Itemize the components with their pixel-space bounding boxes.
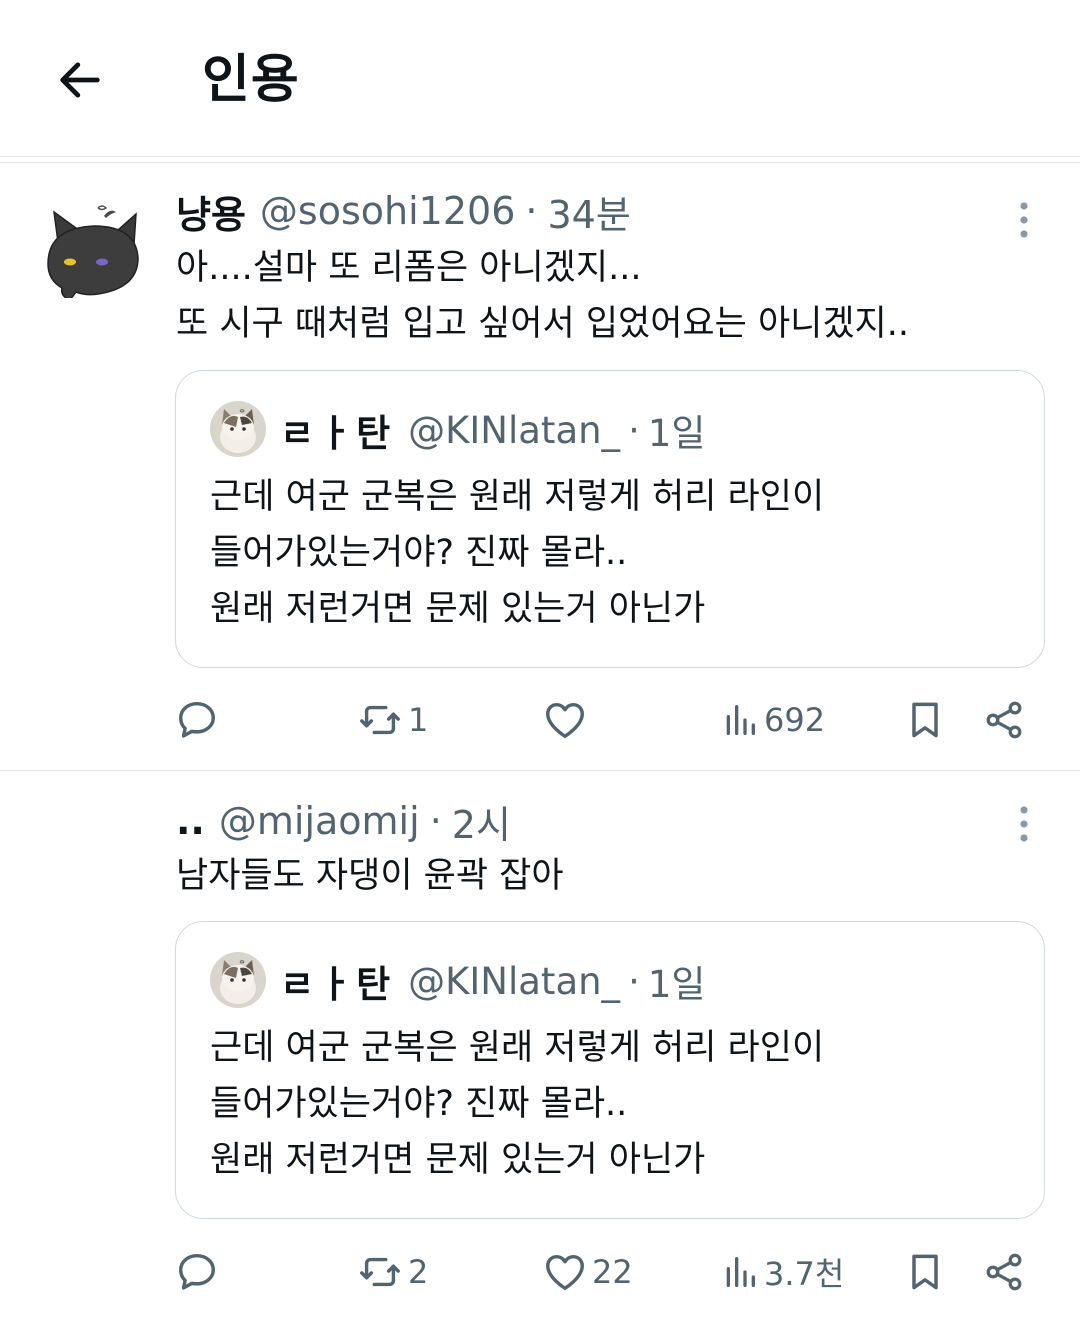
more-options-button[interactable]	[1004, 198, 1044, 242]
text-line: 또 시구 때처럼 입고 싶어서 입었어요는 아니겠지..	[176, 304, 910, 344]
text-line: 근데 여군 군복은 원래 저렇게 허리 라인이	[210, 477, 825, 517]
quoted-header: ㄹㅏ탄 @KINlatan_ · 1일	[280, 403, 705, 457]
text-line: 아....설마 또 리폼은 아니겠지...	[176, 248, 642, 288]
action-bar: 2 22 3.7천	[0, 1242, 1080, 1302]
quoted-display-name: ㄹㅏ탄	[280, 412, 395, 455]
tweet[interactable]: .. @mijaomij · 2시 남자들도 자댕이 윤곽 잡아 ㄹㅏ탄 @KI…	[0, 776, 1080, 1322]
reply-icon	[178, 701, 216, 738]
back-button[interactable]	[50, 50, 110, 110]
text-line: 들어가있는거야? 진짜 몰라..	[210, 1084, 628, 1124]
quoted-text: 근데 여군 군복은 원래 저렇게 허리 라인이 들어가있는거야? 진짜 몰라..…	[210, 1020, 824, 1188]
top-bar: 인용	[0, 0, 1080, 158]
more-vertical-icon	[1020, 806, 1028, 842]
page-title: 인용	[202, 50, 300, 110]
quoted-timestamp: 1일	[647, 412, 706, 455]
views-button[interactable]: 3.7천	[720, 1242, 844, 1302]
bookmark-button[interactable]	[903, 690, 947, 750]
text-line: 근데 여군 군복은 원래 저렇게 허리 라인이	[210, 1028, 825, 1068]
display-name[interactable]: ..	[176, 799, 205, 843]
text-line: 들어가있는거야? 진짜 몰라..	[210, 533, 628, 573]
reply-button[interactable]	[174, 690, 224, 750]
views-button[interactable]: 692	[720, 690, 825, 750]
separator-dot: ·	[628, 408, 640, 452]
quoted-display-name: ㄹㅏ탄	[280, 963, 395, 1006]
retweet-icon	[360, 705, 400, 735]
timestamp[interactable]: 2시	[452, 794, 511, 849]
text-line: 남자들도 자댕이 윤곽 잡아	[176, 856, 564, 896]
quoted-text: 근데 여군 군복은 원래 저렇게 허리 라인이 들어가있는거야? 진짜 몰라..…	[210, 469, 824, 637]
username[interactable]: @sosohi1206	[260, 189, 515, 233]
display-name[interactable]: 냥용	[176, 184, 246, 239]
retweet-count: 2	[408, 1253, 429, 1291]
header-divider	[0, 156, 1080, 157]
retweet-button[interactable]: 1	[356, 690, 428, 750]
reply-icon	[178, 1253, 216, 1290]
bookmark-icon	[912, 1254, 938, 1290]
quoted-tweet[interactable]: ㄹㅏ탄 @KINlatan_ · 1일 근데 여군 군복은 원래 저렇게 허리 …	[175, 370, 1045, 668]
arrow-left-icon	[60, 62, 100, 98]
quoted-avatar[interactable]	[210, 952, 266, 1008]
like-button[interactable]: 22	[542, 1242, 633, 1302]
views-icon	[726, 1257, 755, 1287]
bookmark-button[interactable]	[903, 1242, 947, 1302]
header-divider-shadow	[0, 162, 1080, 163]
text-line: 원래 저런거면 문제 있는거 아닌가	[210, 589, 706, 629]
tweet-header: 냥용 @sosohi1206 · 34분	[176, 184, 631, 239]
like-button[interactable]	[542, 690, 592, 750]
reply-button[interactable]	[174, 1242, 224, 1302]
share-button[interactable]	[982, 690, 1026, 750]
tweet-text: 아....설마 또 리폼은 아니겠지... 또 시구 때처럼 입고 싶어서 입었…	[176, 240, 909, 352]
like-count: 22	[592, 1253, 633, 1291]
views-count: 692	[764, 701, 826, 739]
timestamp[interactable]: 34분	[547, 184, 630, 239]
tweet-text: 남자들도 자댕이 윤곽 잡아	[176, 848, 564, 904]
heart-icon	[546, 1254, 584, 1291]
heart-icon	[546, 702, 584, 739]
quoted-timestamp: 1일	[647, 963, 706, 1006]
more-options-button[interactable]	[1004, 802, 1044, 846]
quoted-tweet[interactable]: ㄹㅏ탄 @KINlatan_ · 1일 근데 여군 군복은 원래 저렇게 허리 …	[175, 921, 1045, 1219]
avatar[interactable]	[40, 194, 144, 301]
text-line: 원래 저런거면 문제 있는거 아닌가	[210, 1140, 706, 1180]
retweet-count: 1	[408, 701, 429, 739]
username[interactable]: @mijaomij	[219, 799, 420, 843]
views-count: 3.7천	[764, 1255, 845, 1293]
action-bar: 1 692	[0, 690, 1080, 750]
retweet-icon	[360, 1257, 400, 1287]
separator-dot: ·	[429, 799, 442, 843]
tweet[interactable]: 냥용 @sosohi1206 · 34분 아....설마 또 리폼은 아니겠지.…	[0, 168, 1080, 770]
tweet-divider	[0, 770, 1080, 771]
separator-dot: ·	[628, 959, 640, 1003]
quoted-username: @KINlatan_	[408, 408, 621, 452]
tweet-header: .. @mijaomij · 2시	[176, 794, 511, 849]
quoted-username: @KINlatan_	[408, 959, 621, 1003]
more-vertical-icon	[1020, 202, 1028, 238]
views-icon	[726, 705, 755, 735]
bookmark-icon	[912, 702, 938, 738]
retweet-button[interactable]: 2	[356, 1242, 428, 1302]
share-button[interactable]	[982, 1242, 1026, 1302]
share-icon	[986, 1253, 1022, 1291]
quoted-avatar[interactable]	[210, 401, 266, 457]
separator-dot: ·	[525, 189, 538, 233]
share-icon	[986, 701, 1022, 739]
quoted-header: ㄹㅏ탄 @KINlatan_ · 1일	[280, 954, 705, 1008]
